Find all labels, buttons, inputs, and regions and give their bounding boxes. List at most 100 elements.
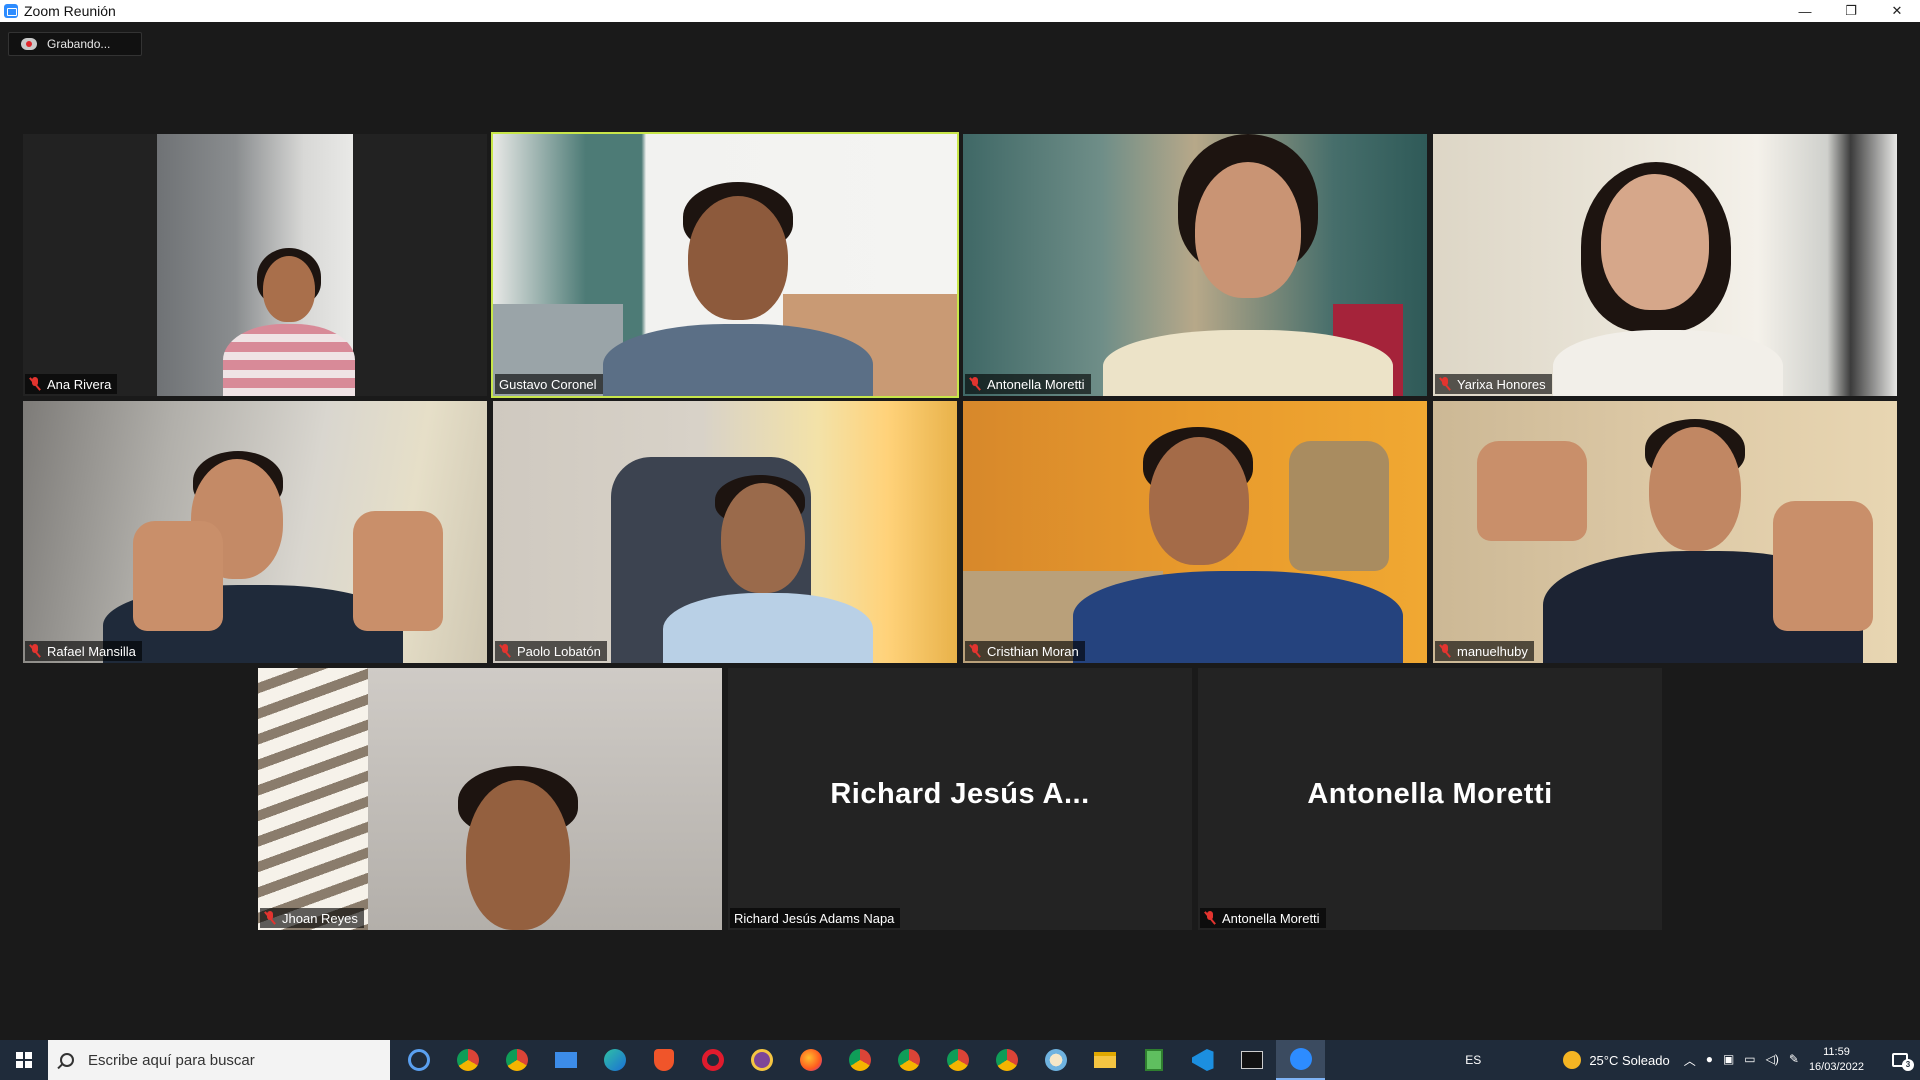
chrome-icon[interactable] [443, 1040, 492, 1080]
participant-name: Rafael Mansilla [47, 643, 136, 659]
participant-display-name: Richard Jesús A... [830, 778, 1090, 810]
network-icon[interactable]: ▣ [1723, 1052, 1734, 1069]
volume-icon[interactable]: ◁) [1766, 1052, 1779, 1069]
mail-icon[interactable] [541, 1040, 590, 1080]
participant-name: Antonella Moretti [1222, 910, 1320, 926]
notification-center-button[interactable]: 3 [1880, 1040, 1920, 1080]
participant-name: Cristhian Moran [987, 643, 1079, 659]
participant-video [493, 401, 957, 663]
participant-name: Gustavo Coronel [499, 376, 597, 392]
participant-name: Paolo Lobatón [517, 643, 601, 659]
tray-icons: ︿ ● ▣ ▭ ◁) ✎ [1684, 1052, 1799, 1069]
notepad-icon[interactable] [1129, 1040, 1178, 1080]
close-button[interactable]: ✕ [1874, 0, 1920, 22]
taskbar-apps [394, 1040, 1325, 1080]
zoom-icon[interactable] [1276, 1040, 1325, 1080]
search-icon [60, 1053, 74, 1067]
participant-video [23, 134, 487, 396]
cortana-icon[interactable] [394, 1040, 443, 1080]
participant-name-label: Yarixa Honores [1435, 374, 1552, 394]
participant-name: Yarixa Honores [1457, 376, 1546, 392]
battery-icon[interactable]: ▭ [1744, 1052, 1755, 1069]
terminal-icon[interactable] [1227, 1040, 1276, 1080]
participant-name-label: Jhoan Reyes [260, 908, 364, 928]
minimize-button[interactable]: — [1782, 0, 1828, 22]
window-controls: — ❐ ✕ [1782, 0, 1920, 22]
participant-video [1433, 134, 1897, 396]
participant-video [963, 134, 1427, 396]
participant-tile[interactable]: Antonella Moretti [963, 134, 1427, 396]
edge-icon[interactable] [590, 1040, 639, 1080]
participant-tile[interactable]: Rafael Mansilla [23, 401, 487, 663]
paint-icon[interactable] [1031, 1040, 1080, 1080]
participant-name-label: Antonella Moretti [965, 374, 1091, 394]
participant-name-label: Cristhian Moran [965, 641, 1085, 661]
file-explorer-icon[interactable] [1080, 1040, 1129, 1080]
participant-tile[interactable]: Jhoan Reyes [258, 668, 722, 930]
windows-logo-icon [16, 1052, 32, 1068]
meeting-gallery: Grabando... Ana Rivera Gustavo Coronel A… [0, 22, 1920, 1040]
participant-tile[interactable]: Cristhian Moran [963, 401, 1427, 663]
participant-tile-active-speaker[interactable]: Gustavo Coronel [491, 132, 959, 398]
cloud-record-icon [21, 38, 37, 50]
window-title: Zoom Reunión [24, 3, 116, 19]
vscode-icon[interactable] [1178, 1040, 1227, 1080]
participant-name: Antonella Moretti [987, 376, 1085, 392]
participant-video [23, 401, 487, 663]
chrome-icon[interactable] [982, 1040, 1031, 1080]
system-clock[interactable]: 11:59 16/03/2022 [1809, 1045, 1864, 1075]
participant-name: Richard Jesús Adams Napa [734, 910, 895, 926]
participant-name-label: Richard Jesús Adams Napa [730, 908, 901, 928]
weather-widget[interactable]: 25°C Soleado [1563, 1051, 1670, 1069]
firefox-icon[interactable] [786, 1040, 835, 1080]
participant-tile[interactable]: Paolo Lobatón [493, 401, 957, 663]
participant-tile[interactable]: Ana Rivera [23, 134, 487, 396]
participant-tile[interactable]: manuelhuby [1433, 401, 1897, 663]
muted-mic-icon [1204, 911, 1216, 925]
notification-icon: 3 [1892, 1053, 1914, 1071]
participant-tile-video-off[interactable]: Antonella Moretti Antonella Moretti [1198, 668, 1662, 930]
pen-icon[interactable]: ✎ [1789, 1052, 1799, 1069]
muted-mic-icon [1439, 644, 1451, 658]
muted-mic-icon [1439, 377, 1451, 391]
participant-name: manuelhuby [1457, 643, 1528, 659]
muted-mic-icon [264, 911, 276, 925]
muted-mic-icon [969, 377, 981, 391]
restore-button[interactable]: ❐ [1828, 0, 1874, 22]
clock-time: 11:59 [1823, 1046, 1850, 1058]
participant-video [493, 134, 957, 396]
muted-mic-icon [499, 644, 511, 658]
chrome-icon[interactable] [492, 1040, 541, 1080]
participant-video [258, 668, 722, 930]
language-indicator[interactable]: ES [1465, 1053, 1481, 1067]
muted-mic-icon [29, 377, 41, 391]
participant-name-label: Ana Rivera [25, 374, 118, 394]
muted-mic-icon [29, 644, 41, 658]
participant-video [963, 401, 1427, 663]
recording-indicator[interactable]: Grabando... [8, 32, 142, 56]
chrome-icon[interactable] [933, 1040, 982, 1080]
muted-mic-icon [969, 644, 981, 658]
participant-video [1433, 401, 1897, 663]
chrome-icon[interactable] [884, 1040, 933, 1080]
weather-text: 25°C Soleado [1589, 1052, 1670, 1068]
zoom-app-icon [4, 4, 18, 18]
participant-name-label: manuelhuby [1435, 641, 1534, 661]
taskbar-search-box[interactable]: Escribe aquí para buscar [48, 1040, 390, 1080]
participant-tile-video-off[interactable]: Richard Jesús A... Richard Jesús Adams N… [728, 668, 1192, 930]
chrome-icon[interactable] [835, 1040, 884, 1080]
system-tray: ES 25°C Soleado ︿ ● ▣ ▭ ◁) ✎ 11:59 16/03… [1465, 1040, 1920, 1080]
participant-name-label: Gustavo Coronel [495, 374, 603, 394]
start-button[interactable] [0, 1040, 48, 1080]
chevron-up-icon[interactable]: ︿ [1684, 1052, 1696, 1069]
window-titlebar: Zoom Reunión — ❐ ✕ [0, 0, 1920, 22]
recording-label: Grabando... [47, 37, 111, 51]
search-placeholder: Escribe aquí para buscar [88, 1051, 255, 1069]
participant-tile[interactable]: Yarixa Honores [1433, 134, 1897, 396]
opera-icon[interactable] [688, 1040, 737, 1080]
clock-date: 16/03/2022 [1808, 1061, 1864, 1073]
brave-icon[interactable] [639, 1040, 688, 1080]
microphone-icon[interactable]: ● [1706, 1052, 1713, 1069]
tor-icon[interactable] [737, 1040, 786, 1080]
participant-name-label: Antonella Moretti [1200, 908, 1326, 928]
